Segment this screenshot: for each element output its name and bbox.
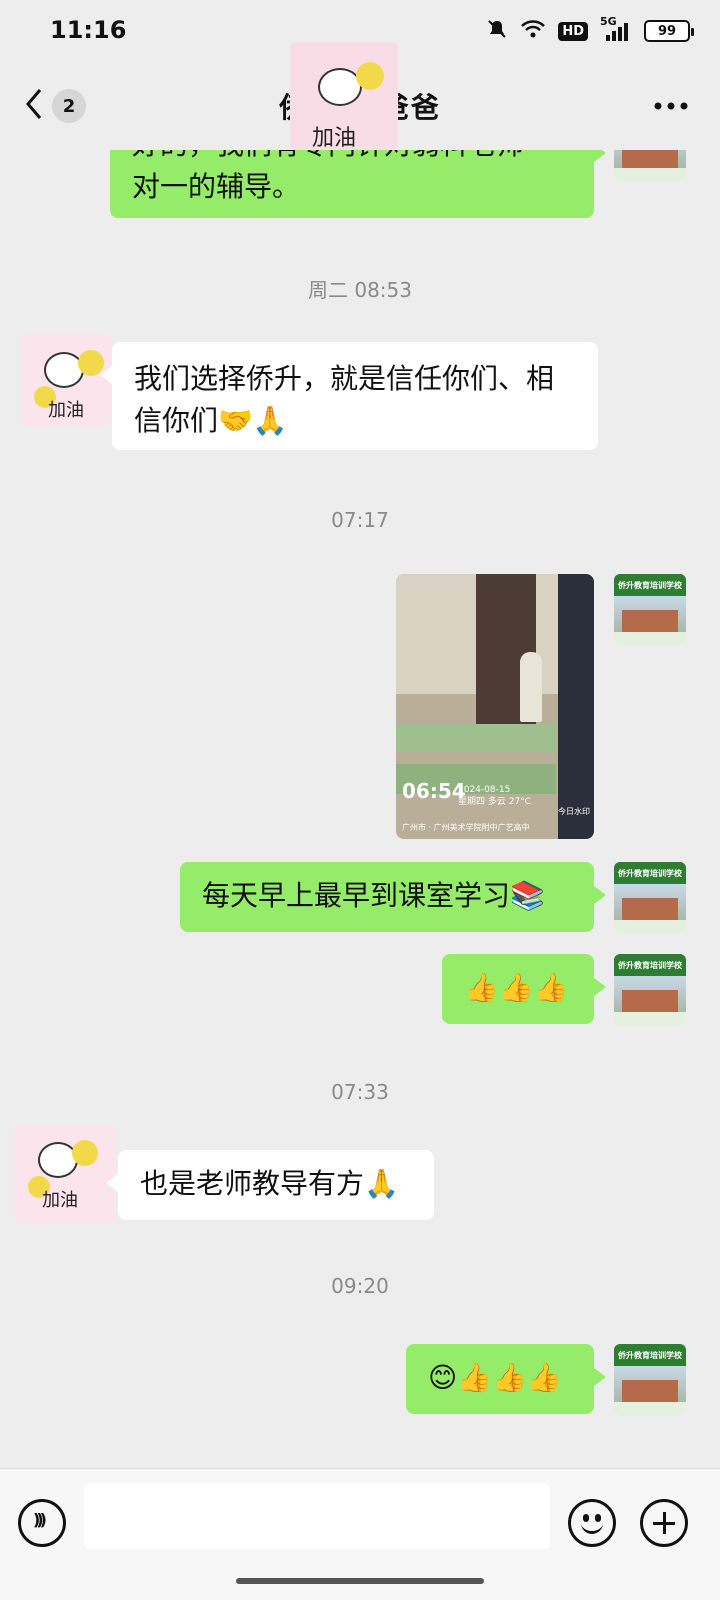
message-text: 也是老师教导有方🙏 [140,1167,399,1200]
message-text: 好的，我们有专门针对弱科老师一对一的辅导。 [132,150,552,203]
status-time: 11:16 [50,16,127,44]
school-avatar[interactable]: 侨升教育培训学校 [614,862,686,934]
signal-icon: 5G [600,15,632,43]
school-avatar[interactable]: 侨升教育培训学校 [614,150,686,182]
message-image[interactable]: 06:54 2024-08-15 星期四 多云 27°C 今日水印 广州市 · … [396,574,594,839]
chat-message-list[interactable]: 好的，我们有专门针对弱科老师一对一的辅导。 侨升教育培训学校 周二 08:53 … [0,150,720,1468]
image-overlay-watermark: 今日水印 [558,807,590,816]
school-avatar-label: 侨升教育培训学校 [614,862,686,884]
contact-avatar[interactable]: 加油 [20,334,112,426]
message-bubble-outgoing[interactable]: 😊👍👍👍 [406,1344,606,1414]
voice-icon[interactable] [18,1499,66,1547]
hd-icon: HD [558,21,588,41]
image-overlay-weather: 星期四 多云 27°C [458,797,531,807]
school-avatar[interactable]: 侨升教育培训学校 [614,954,686,1026]
more-icon[interactable] [646,86,696,126]
message-timestamp: 09:20 [331,1274,389,1298]
school-avatar[interactable]: 侨升教育培训学校 [614,574,686,646]
school-avatar[interactable]: 侨升教育培训学校 [614,1344,686,1416]
message-text: 我们选择侨升，就是信任你们、相信你们🤝🙏 [134,362,555,437]
home-indicator[interactable] [236,1578,484,1584]
emoji-icon[interactable] [568,1499,616,1547]
school-avatar-label: 侨升教育培训学校 [614,954,686,976]
message-bubble-outgoing[interactable]: 好的，我们有专门针对弱科老师一对一的辅导。 [110,150,606,218]
message-text: 每天早上最早到课室学习📚 [202,879,545,912]
message-bubble-incoming[interactable]: 我们选择侨升，就是信任你们、相信你们🤝🙏 [100,342,598,450]
avatar-sticker-text: 加油 [42,1190,78,1211]
wifi-icon [520,18,546,44]
message-timestamp: 07:33 [331,1080,389,1104]
message-input[interactable] [84,1483,550,1549]
message-bubble-incoming[interactable]: 也是老师教导有方🙏 [106,1150,434,1220]
message-timestamp: 07:17 [331,508,389,532]
contact-avatar[interactable]: 加油 [14,1124,114,1224]
message-text: 👍👍👍 [464,971,569,1004]
battery-icon: 99 [644,20,694,42]
message-bubble-outgoing[interactable]: 👍👍👍 [442,954,606,1024]
school-avatar-label: 侨升教育培训学校 [614,574,686,596]
status-icons: HD 5G 99 [486,15,694,44]
image-overlay-time: 06:54 [402,779,466,803]
plus-icon[interactable] [640,1499,688,1547]
school-avatar-label: 侨升教育培训学校 [614,1344,686,1366]
sticker-text: 加油 [312,126,357,151]
mute-icon [486,18,508,44]
avatar-sticker-text: 加油 [48,400,84,421]
message-timestamp: 周二 08:53 [308,278,412,302]
message-bubble-outgoing[interactable]: 每天早上最早到课室学习📚 [180,862,606,932]
sticker-overlay: 加油 [290,42,398,151]
message-text: 😊👍👍👍 [428,1361,562,1394]
image-overlay-location: 广州市 · 广州美术学院附中广艺高中 [402,823,530,832]
